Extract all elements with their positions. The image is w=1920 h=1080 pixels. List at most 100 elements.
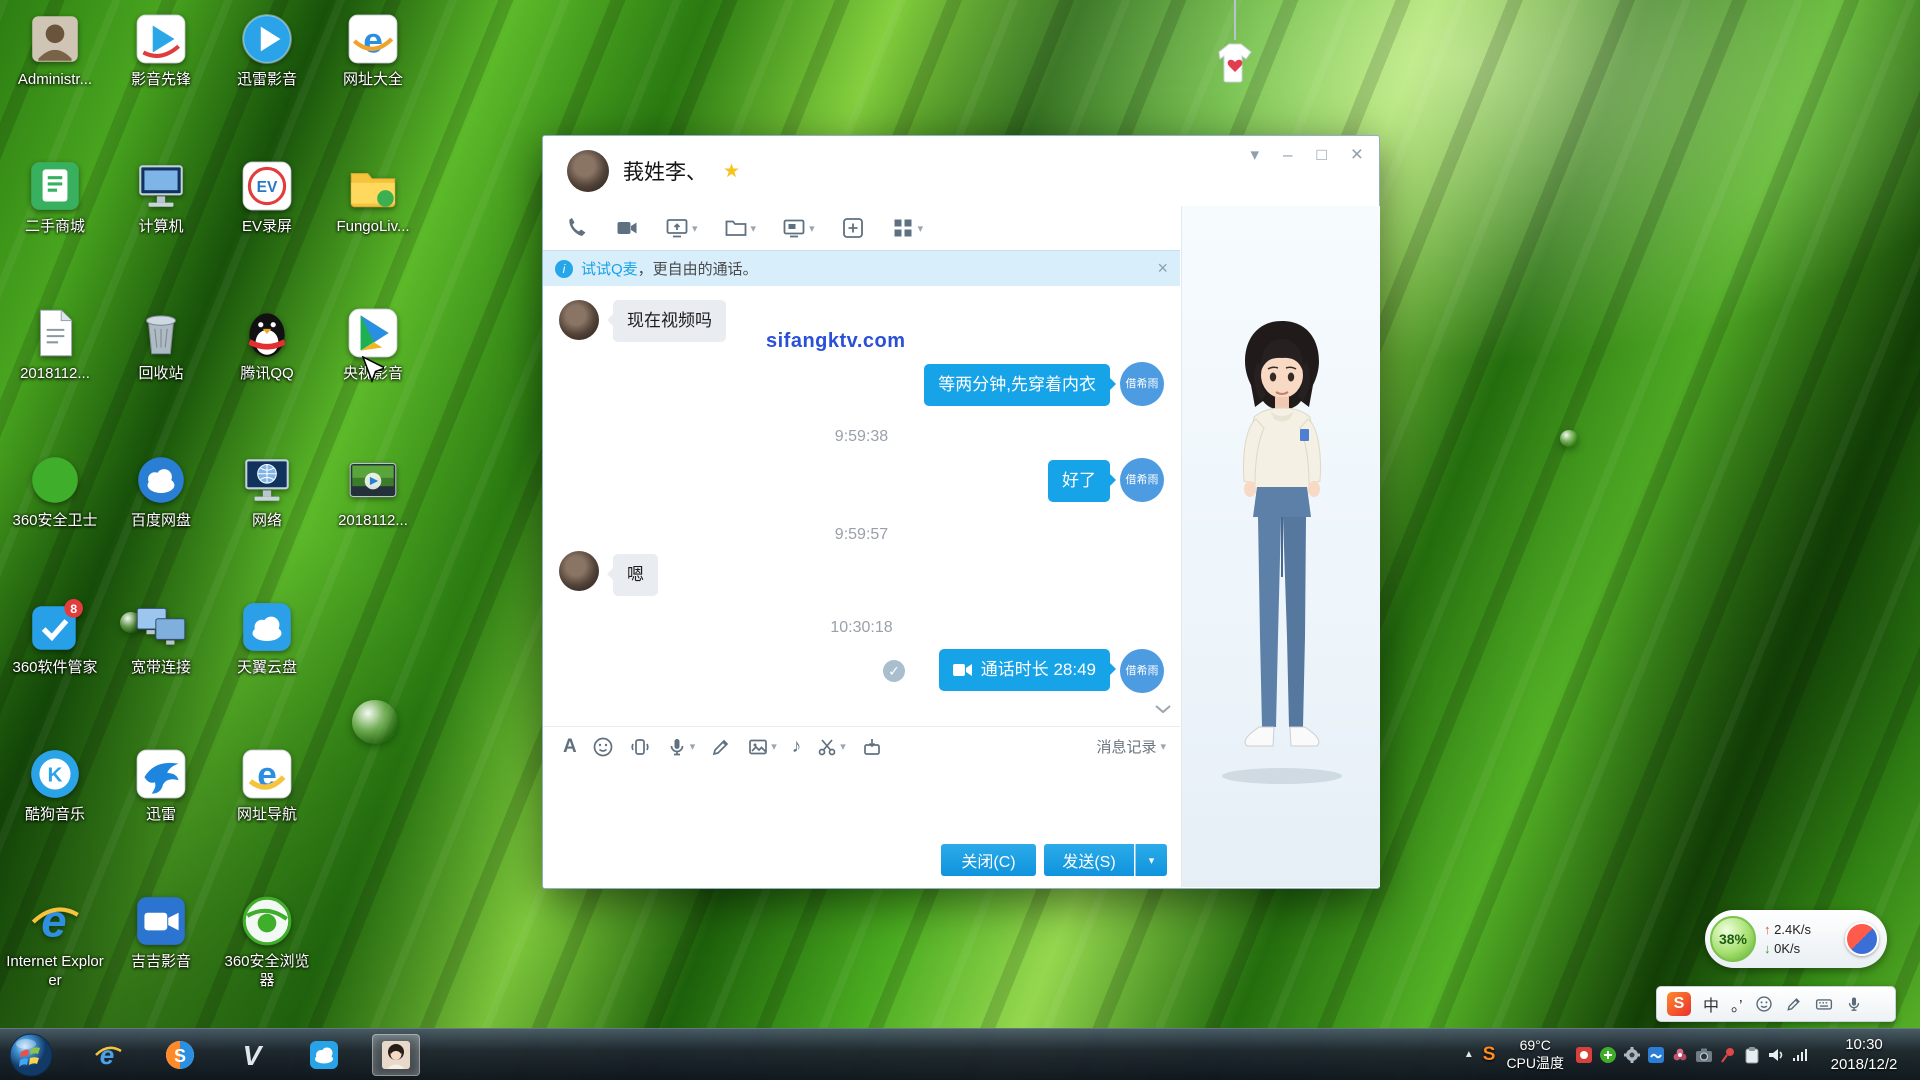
desktop-icon-jiji-player[interactable]: 吉吉影音 — [108, 890, 214, 1037]
boost-ball-icon[interactable] — [1845, 922, 1879, 956]
outgoing-avatar[interactable]: 借希雨 — [1120, 458, 1164, 502]
tray-flower-icon[interactable] — [1671, 1046, 1689, 1064]
apps-button[interactable]: ▾ — [891, 216, 924, 240]
tray-media-icon[interactable] — [1575, 1046, 1593, 1064]
video-call-button[interactable] — [615, 216, 639, 240]
ime-keyboard-icon[interactable] — [1815, 995, 1833, 1013]
tray-network-icon[interactable] — [1791, 1046, 1809, 1064]
desktop-icon-recycle-bin[interactable]: 回收站 — [108, 302, 214, 449]
desktop-icon-administrator[interactable]: Administr... — [2, 8, 108, 155]
peer-avatar[interactable] — [567, 150, 609, 192]
message-box-button[interactable] — [861, 736, 883, 758]
start-button[interactable] — [8, 1032, 54, 1078]
network-monitor-widget[interactable]: 38% ↑ 2.4K/s ↓ 0K/s — [1705, 910, 1887, 968]
desktop-icon-360-manager[interactable]: 8 360软件管家 — [2, 596, 108, 743]
screen-share-button[interactable]: ▾ — [665, 216, 698, 240]
dropdown-caret-icon[interactable]: ▾ — [751, 222, 757, 235]
send-options-caret[interactable]: ▾ — [1135, 844, 1167, 876]
outgoing-avatar[interactable]: 借希雨 — [1120, 362, 1164, 406]
call-record-bubble[interactable]: 通话时长 28:49 — [939, 649, 1110, 691]
dropdown-caret-icon[interactable]: ▾ — [771, 740, 777, 753]
voice-message-button[interactable]: ▾ — [666, 736, 696, 758]
incoming-avatar[interactable] — [559, 300, 599, 340]
sogou-ime-bar[interactable]: S 中 。’ — [1656, 986, 1896, 1022]
tray-health-plus-icon[interactable] — [1599, 1046, 1617, 1064]
ime-emoji-icon[interactable] — [1755, 995, 1773, 1013]
close-icon[interactable]: × — [1351, 144, 1363, 165]
message-history-button[interactable]: 消息记录▾ — [1096, 736, 1166, 757]
send-image-button[interactable]: ▾ — [747, 736, 777, 758]
ime-language-toggle[interactable]: 中 — [1703, 992, 1719, 1016]
screenshot-button[interactable]: ▾ — [816, 736, 846, 758]
desktop-icon-xunlei-player[interactable]: 迅雷影音 — [214, 8, 320, 155]
tray-screenshot-camera-icon[interactable] — [1695, 1046, 1713, 1064]
remote-desktop-button[interactable]: ▾ — [782, 216, 815, 240]
window-shake-button[interactable] — [629, 736, 651, 758]
taskbar-clock[interactable]: 10:30 2018/12/2 — [1818, 1035, 1910, 1074]
doodle-button[interactable] — [710, 736, 732, 758]
desktop-icon-yingyin-xianfeng[interactable]: 影音先锋 — [108, 8, 214, 155]
send-button[interactable]: 发送(S) — [1044, 844, 1134, 876]
tray-sogou-icon[interactable]: S — [1483, 1044, 1496, 1066]
tray-settings-gear-icon[interactable] — [1623, 1046, 1641, 1064]
font-style-button[interactable]: A — [563, 736, 577, 758]
desktop-icon-kugou-music[interactable]: K 酷狗音乐 — [2, 743, 108, 890]
tray-pin-icon[interactable] — [1719, 1046, 1737, 1064]
show-hidden-icons-button[interactable]: ▲ — [1464, 1049, 1474, 1060]
message-list[interactable]: 现在视频吗 sifangktv.com 等两分钟,先穿着内衣 借希雨 9:59:… — [543, 286, 1180, 726]
dropdown-caret-icon[interactable]: ▾ — [840, 740, 846, 753]
desktop-icon-fungolive[interactable]: FungoLiv... — [320, 155, 426, 302]
window-menu-icon[interactable]: ▾ — [1250, 146, 1259, 163]
file-transfer-button[interactable]: ▾ — [724, 216, 757, 240]
desktop-icon-ev-recorder[interactable]: EV EV录屏 — [214, 155, 320, 302]
desktop-icon-video-2018112[interactable]: 2018112... — [320, 449, 426, 596]
dropdown-caret-icon[interactable]: ▾ — [809, 222, 815, 235]
desktop-icon-cctv-player[interactable]: 央视影音 — [320, 302, 426, 449]
vip-star-icon[interactable]: ★ — [723, 160, 740, 183]
dropdown-caret-icon[interactable]: ▾ — [690, 740, 696, 753]
create-session-button[interactable] — [841, 216, 865, 240]
taskbar-ie-button[interactable]: e — [84, 1034, 132, 1076]
desktop-icon-url-navigator[interactable]: e 网址导航 — [214, 743, 320, 890]
desktop-icon-tianyi-cloud[interactable]: 天翼云盘 — [214, 596, 320, 743]
sogou-logo-icon[interactable]: S — [1667, 992, 1691, 1016]
voice-call-button[interactable] — [565, 216, 589, 240]
desktop-icon-ershou-shangcheng[interactable]: 二手商城 — [2, 155, 108, 302]
qmic-try-link[interactable]: 试试Q麦 — [581, 258, 638, 279]
ime-pen-icon[interactable] — [1785, 995, 1803, 1013]
ime-mic-icon[interactable] — [1845, 995, 1863, 1013]
incoming-avatar[interactable] — [559, 551, 599, 591]
desktop-icon-internet-explorer[interactable]: e Internet Explorer — [2, 890, 108, 1037]
desktop-icon-baidu-pan[interactable]: 百度网盘 — [108, 449, 214, 596]
close-chat-button[interactable]: 关闭(C) — [941, 844, 1036, 876]
music-share-button[interactable]: ♪ — [792, 736, 802, 758]
memory-percent-ball[interactable]: 38% — [1710, 916, 1756, 962]
dropdown-caret-icon[interactable]: ▾ — [692, 222, 698, 235]
desktop-icon-360-browser[interactable]: 360安全浏览器 — [214, 890, 320, 1037]
desktop-icon-document-2018112[interactable]: 2018112... — [2, 302, 108, 449]
outgoing-avatar[interactable]: 借希雨 — [1120, 649, 1164, 693]
desktop-icon-url-collection[interactable]: e 网址大全 — [320, 8, 426, 155]
desktop-icon-network[interactable]: 网络 — [214, 449, 320, 596]
desktop-icon-broadband[interactable]: 宽带连接 — [108, 596, 214, 743]
scroll-to-bottom-icon[interactable] — [1154, 701, 1172, 719]
message-input-area[interactable] — [543, 766, 1180, 836]
desktop-icon-computer[interactable]: 计算机 — [108, 155, 214, 302]
ime-punctuation-toggle[interactable]: 。’ — [1731, 992, 1743, 1016]
taskbar-chat-window-button[interactable] — [372, 1034, 420, 1076]
icon-label: 迅雷影音 — [214, 68, 320, 90]
notice-close-icon[interactable]: × — [1157, 258, 1168, 279]
maximize-icon[interactable]: □ — [1316, 146, 1326, 163]
tray-blue-app-icon[interactable] — [1647, 1046, 1665, 1064]
taskbar-cloud-button[interactable] — [300, 1034, 348, 1076]
taskbar-sogou-button[interactable]: S — [156, 1034, 204, 1076]
desktop-icon-360-safe[interactable]: 360安全卫士 — [2, 449, 108, 596]
minimize-icon[interactable]: – — [1283, 146, 1292, 163]
tray-clipboard-icon[interactable] — [1743, 1046, 1761, 1064]
taskbar-vegas-button[interactable]: V — [228, 1034, 276, 1076]
desktop-icon-tencent-qq[interactable]: 腾讯QQ — [214, 302, 320, 449]
desktop-icon-xunlei[interactable]: 迅雷 — [108, 743, 214, 890]
dropdown-caret-icon[interactable]: ▾ — [918, 222, 924, 235]
emoji-button[interactable] — [592, 736, 614, 758]
tray-volume-icon[interactable] — [1767, 1046, 1785, 1064]
